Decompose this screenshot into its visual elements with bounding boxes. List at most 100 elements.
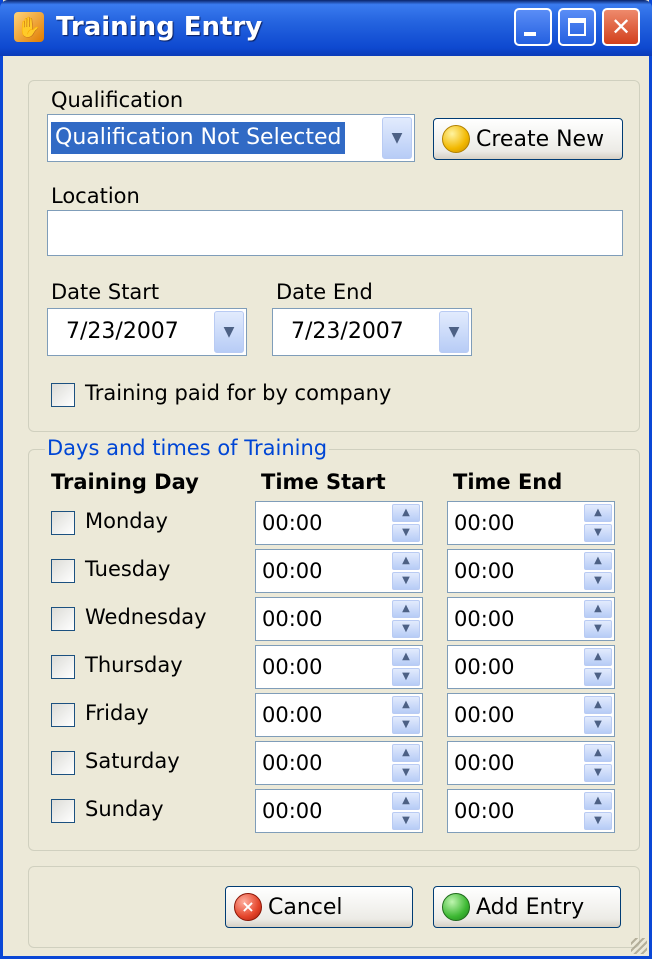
spin-down-icon[interactable]: ▼ [584,716,612,734]
calendar-dropdown-icon[interactable]: ▼ [214,311,244,353]
day-checkbox-wednesday[interactable] [51,607,75,631]
spin-up-icon[interactable]: ▲ [392,504,420,522]
spin-down-icon[interactable]: ▼ [584,524,612,542]
spin-down-icon[interactable]: ▼ [584,572,612,590]
app-icon: ✋ [14,12,44,42]
spin-down-icon[interactable]: ▼ [584,620,612,638]
location-input[interactable] [47,210,623,256]
spinner: ▲ ▼ [392,552,420,590]
spin-down-icon[interactable]: ▼ [392,764,420,782]
day-label-friday[interactable]: Friday [85,701,149,725]
spin-down-icon[interactable]: ▼ [392,668,420,686]
qualification-select[interactable]: Qualification Not Selected ▼ [47,114,415,162]
time-start-value: 00:00 [262,703,323,727]
time-start-value: 00:00 [262,751,323,775]
spin-down-icon[interactable]: ▼ [392,812,420,830]
spin-up-icon[interactable]: ▲ [584,744,612,762]
time-end-sunday[interactable]: 00:00 ▲ ▼ [447,789,615,833]
time-start-wednesday[interactable]: 00:00 ▲ ▼ [255,597,423,641]
qualification-value: Qualification Not Selected [51,122,346,154]
day-checkbox-saturday[interactable] [51,751,75,775]
day-checkbox-sunday[interactable] [51,799,75,823]
time-end-monday[interactable]: 00:00 ▲ ▼ [447,501,615,545]
spin-up-icon[interactable]: ▲ [392,648,420,666]
cancel-button[interactable]: × Cancel [225,886,413,928]
day-label-tuesday[interactable]: Tuesday [85,557,170,581]
time-end-thursday[interactable]: 00:00 ▲ ▼ [447,645,615,689]
time-start-monday[interactable]: 00:00 ▲ ▼ [255,501,423,545]
resize-grip[interactable] [631,938,647,954]
header-time-end: Time End [453,470,563,494]
calendar-dropdown-icon[interactable]: ▼ [439,311,469,353]
add-entry-button[interactable]: Add Entry [433,886,621,928]
time-start-saturday[interactable]: 00:00 ▲ ▼ [255,741,423,785]
spin-down-icon[interactable]: ▼ [584,764,612,782]
time-start-thursday[interactable]: 00:00 ▲ ▼ [255,645,423,689]
spin-up-icon[interactable]: ▲ [392,552,420,570]
day-label-monday[interactable]: Monday [85,509,168,533]
spin-down-icon[interactable]: ▼ [392,524,420,542]
spinner: ▲ ▼ [584,744,612,782]
time-start-value: 00:00 [262,799,323,823]
close-button[interactable]: ✕ [602,8,640,46]
spinner: ▲ ▼ [392,504,420,542]
spin-up-icon[interactable]: ▲ [584,792,612,810]
paid-by-company-checkbox[interactable] [51,383,75,407]
maximize-icon [568,18,586,36]
day-checkbox-friday[interactable] [51,703,75,727]
maximize-button[interactable] [558,8,596,46]
time-end-value: 00:00 [454,703,515,727]
location-label: Location [51,184,140,208]
spin-up-icon[interactable]: ▲ [584,504,612,522]
hand-icon: ✋ [16,15,42,39]
date-start-picker[interactable]: 7/23/2007 ▼ [47,308,247,356]
day-label-wednesday[interactable]: Wednesday [85,605,207,629]
time-start-friday[interactable]: 00:00 ▲ ▼ [255,693,423,737]
time-start-sunday[interactable]: 00:00 ▲ ▼ [255,789,423,833]
day-label-thursday[interactable]: Thursday [85,653,183,677]
day-label-sunday[interactable]: Sunday [85,797,164,821]
spinner: ▲ ▼ [584,696,612,734]
spinner: ▲ ▼ [584,552,612,590]
spinner: ▲ ▼ [584,648,612,686]
spinner: ▲ ▼ [584,792,612,830]
spin-down-icon[interactable]: ▼ [392,716,420,734]
spin-up-icon[interactable]: ▲ [584,696,612,714]
day-checkbox-monday[interactable] [51,511,75,535]
day-checkbox-tuesday[interactable] [51,559,75,583]
create-new-button[interactable]: Create New [433,118,623,160]
spin-down-icon[interactable]: ▼ [392,572,420,590]
spin-up-icon[interactable]: ▲ [392,744,420,762]
spin-up-icon[interactable]: ▲ [584,600,612,618]
spin-down-icon[interactable]: ▼ [584,812,612,830]
chevron-down-icon[interactable]: ▼ [382,117,412,159]
time-start-tuesday[interactable]: 00:00 ▲ ▼ [255,549,423,593]
time-end-saturday[interactable]: 00:00 ▲ ▼ [447,741,615,785]
header-training-day: Training Day [51,470,199,494]
spinner: ▲ ▼ [584,600,612,638]
spin-up-icon[interactable]: ▲ [392,696,420,714]
date-end-picker[interactable]: 7/23/2007 ▼ [272,308,472,356]
date-end-label: Date End [276,280,373,304]
time-end-wednesday[interactable]: 00:00 ▲ ▼ [447,597,615,641]
spin-up-icon[interactable]: ▲ [392,792,420,810]
spinner: ▲ ▼ [392,696,420,734]
spin-up-icon[interactable]: ▲ [584,552,612,570]
time-start-value: 00:00 [262,655,323,679]
time-end-friday[interactable]: 00:00 ▲ ▼ [447,693,615,737]
day-checkbox-thursday[interactable] [51,655,75,679]
spin-down-icon[interactable]: ▼ [584,668,612,686]
spin-down-icon[interactable]: ▼ [392,620,420,638]
paid-by-company-label[interactable]: Training paid for by company [85,381,391,405]
date-start-label: Date Start [51,280,160,304]
time-start-value: 00:00 [262,559,323,583]
x-icon: × [241,897,255,916]
window-title: Training Entry [56,12,263,42]
day-label-saturday[interactable]: Saturday [85,749,180,773]
title-bar[interactable]: ✋ Training Entry ✕ [0,0,652,56]
minimize-button[interactable] [514,8,552,46]
spin-up-icon[interactable]: ▲ [584,648,612,666]
spinner: ▲ ▼ [392,792,420,830]
spin-up-icon[interactable]: ▲ [392,600,420,618]
time-end-tuesday[interactable]: 00:00 ▲ ▼ [447,549,615,593]
